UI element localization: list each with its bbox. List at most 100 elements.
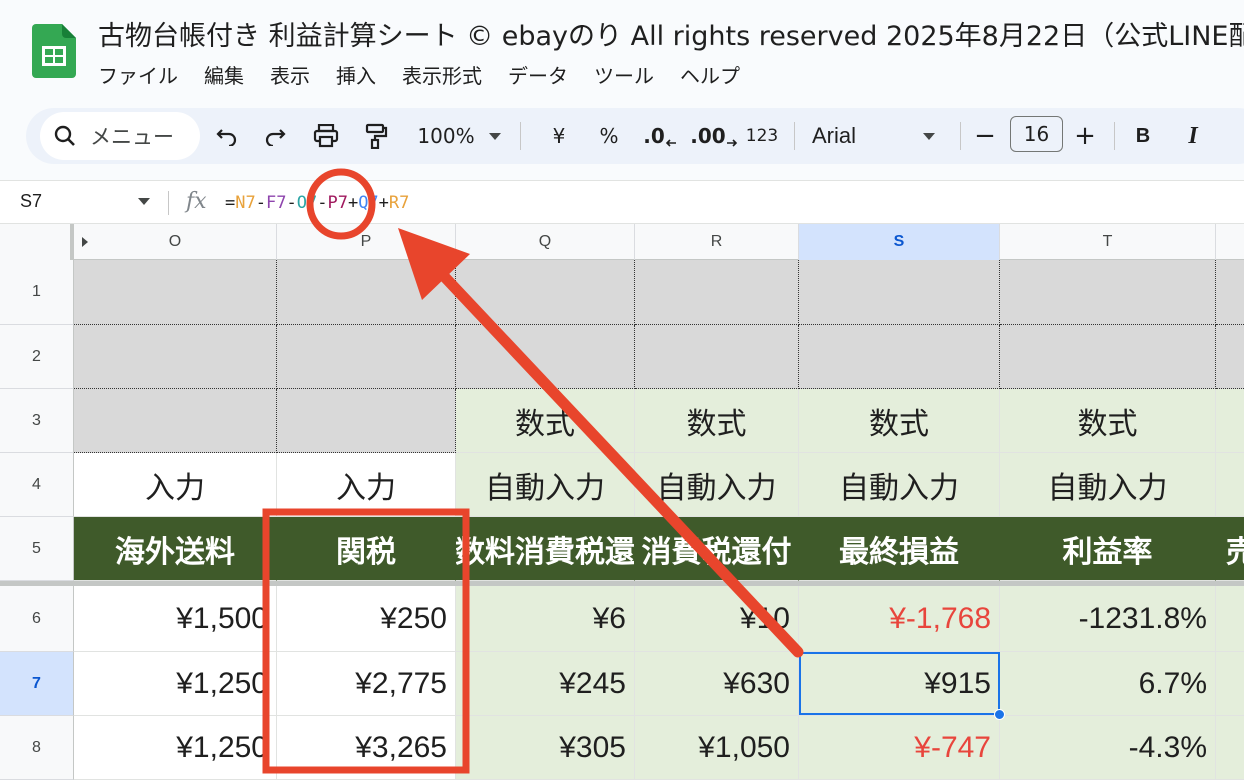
cell-o5[interactable]: 海外送料 [74,517,277,581]
menu-insert[interactable]: 挿入 [336,60,376,89]
cell-q3[interactable]: 数式 [456,389,635,453]
cell-q6[interactable]: ¥6 [456,586,635,652]
redo-icon[interactable] [260,108,290,164]
cell-u6[interactable] [1216,586,1244,652]
cell-s8[interactable]: ¥-747 [799,716,1000,780]
cell-q5[interactable]: 数料消費税還 [456,517,635,581]
cell-p5[interactable]: 関税 [277,517,456,581]
decrease-font-size-button[interactable]: − [972,108,998,164]
menu-file[interactable]: ファイル [98,60,178,89]
document-title[interactable]: 古物台帳付き 利益計算シート © ebayのり All rights reser… [98,14,1244,53]
number-format-button[interactable]: 123 [742,108,782,164]
cell-o2[interactable] [74,325,277,389]
print-icon[interactable] [310,108,342,164]
italic-button[interactable]: I [1182,108,1204,164]
row-header-6[interactable]: 6 [0,586,74,652]
cell-p2[interactable] [277,325,456,389]
cell-p8[interactable]: ¥3,265 [277,716,456,780]
cell-t8[interactable]: -4.3% [1000,716,1216,780]
column-header-s[interactable]: S [799,224,1000,260]
name-box[interactable]: S7 [20,191,42,212]
cell-s2[interactable] [799,325,1000,389]
increase-font-size-button[interactable]: + [1072,108,1098,164]
cell-r3[interactable]: 数式 [635,389,799,453]
bold-button[interactable]: B [1132,108,1154,164]
cell-q8[interactable]: ¥305 [456,716,635,780]
sheets-logo-icon[interactable] [32,24,76,78]
cell-u3[interactable] [1216,389,1244,453]
cell-p4[interactable]: 入力 [277,453,456,517]
row-header-3[interactable]: 3 [0,389,74,453]
column-header-q[interactable]: Q [456,224,635,260]
cell-q2[interactable] [456,325,635,389]
cell-r2[interactable] [635,325,799,389]
cell-o4[interactable]: 入力 [74,453,277,517]
column-header-p[interactable]: P [277,224,456,260]
zoom-select[interactable]: 100% [414,108,478,164]
cell-o7[interactable]: ¥1,250 [74,652,277,716]
row-header-7[interactable]: 7 [0,652,74,716]
font-size-input[interactable]: 16 [1010,116,1063,152]
cell-o3[interactable] [74,389,277,453]
menu-view[interactable]: 表示 [270,60,310,89]
cell-t4[interactable]: 自動入力 [1000,453,1216,517]
cell-q1[interactable] [456,260,635,325]
cell-p3[interactable] [277,389,456,453]
cell-s3[interactable]: 数式 [799,389,1000,453]
cell-t5[interactable]: 利益率 [1000,517,1216,581]
menu-data[interactable]: データ [508,60,568,89]
cell-t1[interactable] [1000,260,1216,325]
cell-o6[interactable]: ¥1,500 [74,586,277,652]
currency-format-button[interactable]: ¥ [546,108,572,164]
cell-u4[interactable] [1216,453,1244,517]
name-box-dropdown-icon[interactable] [138,198,150,205]
column-header-u[interactable] [1216,224,1244,260]
cell-q4[interactable]: 自動入力 [456,453,635,517]
cell-q7[interactable]: ¥245 [456,652,635,716]
cell-o1[interactable] [74,260,277,325]
cell-r1[interactable] [635,260,799,325]
menu-format[interactable]: 表示形式 [402,60,482,89]
cell-s6[interactable]: ¥-1,768 [799,586,1000,652]
paint-format-icon[interactable] [360,108,392,164]
row-header-2[interactable]: 2 [0,325,74,389]
menu-help[interactable]: ヘルプ [680,60,740,89]
cell-t3[interactable]: 数式 [1000,389,1216,453]
row-header-8[interactable]: 8 [0,716,74,780]
zoom-dropdown-icon[interactable] [488,108,502,164]
cell-t6[interactable]: -1231.8% [1000,586,1216,652]
column-header-o[interactable]: O [74,224,277,260]
font-family-select[interactable]: Arial [812,108,872,164]
cell-u5[interactable]: 売 [1216,517,1244,581]
select-all-corner[interactable] [0,224,74,260]
menu-tools[interactable]: ツール [594,60,654,89]
formula-input[interactable]: =N7-F7-O7-P7+Q7+R7 [225,193,409,213]
menu-search-box[interactable]: メニュー [40,112,200,160]
column-header-r[interactable]: R [635,224,799,260]
decrease-decimal-button[interactable]: .0 [640,108,680,164]
menu-edit[interactable]: 編集 [204,60,244,89]
cell-u7[interactable] [1216,652,1244,716]
cell-p7[interactable]: ¥2,775 [277,652,456,716]
column-header-t[interactable]: T [1000,224,1216,260]
cell-s1[interactable] [799,260,1000,325]
undo-icon[interactable] [212,108,242,164]
cell-p1[interactable] [277,260,456,325]
cell-t7[interactable]: 6.7% [1000,652,1216,716]
cell-u2[interactable] [1216,325,1244,389]
percent-format-button[interactable]: % [596,108,622,164]
cell-u1[interactable] [1216,260,1244,325]
cell-o8[interactable]: ¥1,250 [74,716,277,780]
cell-u8[interactable] [1216,716,1244,780]
fill-handle[interactable] [994,709,1005,720]
increase-decimal-button[interactable]: .00 [690,108,738,164]
cell-r7[interactable]: ¥630 [635,652,799,716]
cell-s5[interactable]: 最終損益 [799,517,1000,581]
font-dropdown-icon[interactable] [922,108,936,164]
row-header-1[interactable]: 1 [0,260,74,325]
cell-t2[interactable] [1000,325,1216,389]
cell-r6[interactable]: ¥10 [635,586,799,652]
cell-r5[interactable]: 消費税還付 [635,517,799,581]
cell-p6[interactable]: ¥250 [277,586,456,652]
row-header-4[interactable]: 4 [0,453,74,517]
